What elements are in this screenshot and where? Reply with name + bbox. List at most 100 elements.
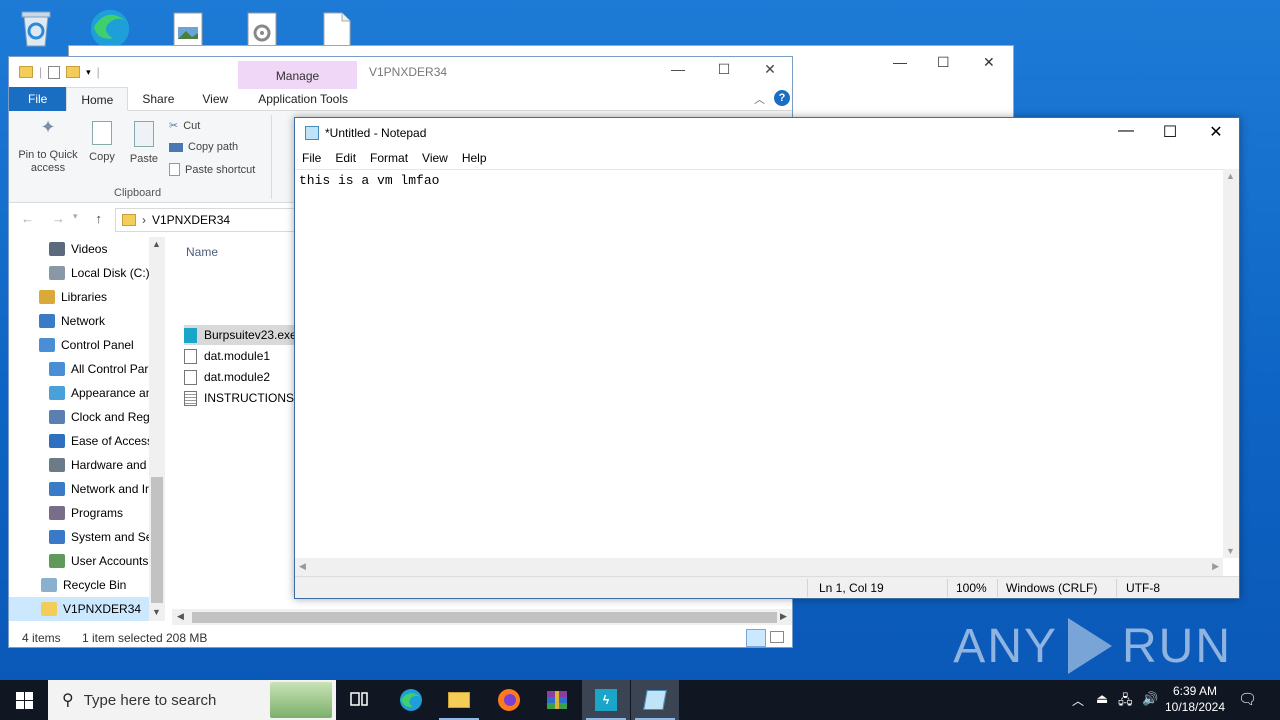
file-row[interactable]: dat.module2 (184, 367, 304, 387)
maximize-icon[interactable]: ☐ (1147, 122, 1193, 142)
collapse-ribbon-icon[interactable]: ︿ (754, 91, 765, 107)
pin-quick-access-button[interactable]: ✦ Pin to Quick access (15, 118, 81, 175)
scroll-up-icon[interactable]: ▲ (152, 239, 161, 249)
network-icon[interactable]: 🖧 (1118, 691, 1133, 713)
nav-item[interactable]: Control Panel (9, 333, 149, 357)
nav-item[interactable]: Ease of Access (9, 429, 149, 453)
nav-item[interactable]: Programs (9, 501, 149, 525)
scroll-right-icon[interactable]: ▶ (1212, 561, 1219, 572)
taskbar-winrar[interactable] (533, 680, 581, 720)
taskbar-burpsuite[interactable]: ϟ (582, 680, 630, 720)
usb-device-icon[interactable]: ⏏ (1096, 691, 1108, 707)
nav-item[interactable]: Local Disk (C:) (9, 261, 149, 285)
notepad-titlebar[interactable]: *Untitled - Notepad — ☐ ✕ (295, 118, 1239, 148)
menu-edit[interactable]: Edit (328, 148, 363, 168)
copy-path-button[interactable]: Copy path (169, 141, 238, 153)
nav-item[interactable]: Network (9, 309, 149, 333)
task-view-button[interactable] (336, 680, 384, 720)
taskbar-notepad[interactable] (631, 680, 679, 720)
qat-dropdown-icon[interactable]: ▾ (86, 67, 91, 78)
nav-item[interactable]: Appearance an (9, 381, 149, 405)
address-folder[interactable]: V1PNXDER34 (152, 213, 230, 227)
menu-file[interactable]: File (295, 148, 328, 168)
taskbar-firefox[interactable] (485, 680, 533, 720)
notepad-text-area[interactable]: this is a vm lmfao (295, 169, 1223, 558)
start-button[interactable] (0, 680, 48, 720)
notification-icon[interactable]: 🗨 (1238, 690, 1257, 708)
tab-application-tools[interactable]: Application Tools (242, 87, 362, 111)
maximize-icon[interactable]: ☐ (937, 54, 950, 71)
scrollbar-thumb[interactable] (192, 612, 777, 623)
nav-item[interactable]: Clock and Regi (9, 405, 149, 429)
tab-home[interactable]: Home (66, 87, 129, 111)
tab-file[interactable]: File (9, 87, 67, 111)
nav-item-label: Network and Ir (71, 482, 149, 496)
up-arrow-icon[interactable]: ↑ (96, 211, 103, 226)
nav-item[interactable]: Network and Ir (9, 477, 149, 501)
nav-scrollbar[interactable]: ▲ ▼ (149, 237, 165, 621)
scroll-down-icon[interactable]: ▼ (152, 607, 161, 617)
copy-button[interactable]: Copy (85, 121, 119, 164)
dropdown-arrow-icon[interactable]: ▾ (73, 211, 78, 226)
paste-shortcut-button[interactable]: Paste shortcut (169, 163, 255, 176)
nav-item[interactable]: Videos (9, 237, 149, 261)
scroll-up-icon[interactable]: ▲ (1226, 171, 1235, 181)
nav-item[interactable]: Recycle Bin (9, 573, 149, 597)
menu-format[interactable]: Format (363, 148, 415, 168)
taskbar-file-explorer[interactable] (435, 680, 483, 720)
cut-button[interactable]: ✂ Cut (169, 119, 200, 133)
menu-view[interactable]: View (415, 148, 455, 168)
scrollbar-thumb[interactable] (151, 477, 163, 603)
large-icons-view-icon[interactable] (770, 631, 784, 643)
file-row[interactable]: dat.module1 (184, 346, 304, 366)
close-icon[interactable]: ✕ (1193, 122, 1239, 142)
scroll-down-icon[interactable]: ▼ (1226, 546, 1235, 556)
details-view-icon[interactable] (746, 629, 766, 647)
help-icon[interactable]: ? (774, 90, 790, 106)
nav-item[interactable]: Hardware and (9, 453, 149, 477)
scroll-left-icon[interactable]: ◀ (299, 561, 306, 572)
forward-arrow-icon[interactable]: → (52, 211, 65, 226)
nav-item[interactable]: User Accounts (9, 549, 149, 573)
properties-icon[interactable] (48, 65, 61, 79)
minimize-icon[interactable]: — (1103, 122, 1149, 140)
taskbar-edge[interactable] (387, 680, 435, 720)
chevron-up-icon[interactable]: ︿ (1072, 692, 1084, 709)
tab-share[interactable]: Share (128, 87, 188, 111)
scroll-left-icon[interactable]: ◀ (177, 611, 184, 622)
menu-help[interactable]: Help (455, 148, 494, 168)
minimize-icon[interactable]: — (658, 61, 698, 77)
edge-icon[interactable] (88, 4, 132, 48)
column-header-name[interactable]: Name (186, 245, 218, 259)
new-folder-icon[interactable] (66, 66, 81, 78)
taskbar-search-box[interactable]: ⚲ Type here to search (48, 680, 336, 720)
minimize-icon[interactable]: — (893, 54, 907, 70)
volume-icon[interactable]: 🔊 (1142, 691, 1158, 707)
tab-view[interactable]: View (188, 87, 242, 111)
recycle-bin-icon[interactable] (14, 6, 58, 50)
back-arrow-icon[interactable]: ← (21, 211, 34, 226)
file-name: INSTRUCTIONS R (204, 391, 306, 405)
paste-button[interactable]: Paste (127, 121, 161, 166)
file-row[interactable]: Burpsuitev23.exe (184, 325, 304, 345)
nav-item-label: V1PNXDER34 (63, 602, 142, 616)
clock[interactable]: 6:39 AM 10/18/2024 (1164, 683, 1226, 715)
file-row[interactable]: INSTRUCTIONS R (184, 388, 306, 408)
explorer-titlebar[interactable]: | ▾ | Manage V1PNXDER34 — ☐ ✕ (9, 57, 792, 89)
nav-item[interactable]: System and Se (9, 525, 149, 549)
notepad-vscrollbar[interactable]: ▲ ▼ (1223, 169, 1239, 558)
file-list-hscrollbar[interactable]: ◀ ▶ (172, 609, 792, 625)
maximize-icon[interactable]: ☐ (704, 61, 744, 78)
nav-item[interactable]: Libraries (9, 285, 149, 309)
notepad-window[interactable]: *Untitled - Notepad — ☐ ✕ File Edit Format… (294, 117, 1240, 599)
notepad-hscrollbar[interactable]: ◀ ▶ (295, 558, 1223, 576)
close-icon[interactable]: ✕ (750, 61, 790, 78)
nav-item[interactable]: All Control Par (9, 357, 149, 381)
close-icon[interactable]: ✕ (983, 54, 995, 71)
control-panel-icon (49, 362, 65, 376)
address-bar[interactable]: › V1PNXDER34 (115, 208, 315, 232)
nav-item[interactable]: V1PNXDER34 (9, 597, 149, 621)
manage-tab[interactable]: Manage (238, 61, 357, 89)
scroll-right-icon[interactable]: ▶ (780, 611, 787, 622)
address-separator[interactable]: › (142, 213, 146, 227)
